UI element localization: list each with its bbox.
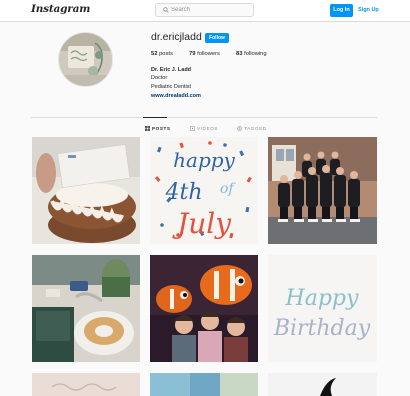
search-box[interactable]	[155, 3, 254, 17]
video-icon	[190, 125, 195, 131]
post-partial-3[interactable]	[268, 373, 377, 396]
post-staff-group-photo[interactable]	[268, 137, 377, 244]
bio-line-specialty: Pediatric Dentist	[151, 84, 192, 90]
follow-button[interactable]: Follow	[205, 33, 229, 43]
active-tab-indicator	[143, 117, 167, 118]
post-happy-birthday[interactable]: Happy Birthday	[268, 255, 377, 362]
log-in-button[interactable]: Log In	[330, 4, 353, 17]
july-text-july: July	[172, 207, 232, 240]
birthday-text-happy: Happy	[285, 286, 359, 311]
instagram-logo[interactable]: Instagram	[31, 3, 90, 15]
bio-line-occupation: Doctor	[151, 75, 168, 81]
profile-username: dr.ericjladd	[151, 31, 202, 43]
tabs-divider	[31, 117, 377, 118]
tab-videos-label: VIDEOS	[197, 125, 218, 131]
posts-stat: 52 posts	[151, 51, 173, 57]
tab-posts-label: POSTS	[152, 125, 171, 131]
post-bundt-cake[interactable]	[32, 137, 140, 244]
july-text-happy: happy	[173, 148, 235, 172]
post-finding-nemo-kids[interactable]	[150, 255, 258, 362]
sign-up-link[interactable]: Sign Up	[358, 4, 379, 17]
following-stat[interactable]: 83 following	[236, 51, 267, 57]
profile-website-link[interactable]: www.drealadd.com	[151, 93, 201, 99]
post-partial-1[interactable]	[32, 373, 140, 396]
tab-videos[interactable]: VIDEOS	[190, 123, 218, 133]
tab-tagged-label: TAGGED	[244, 125, 267, 131]
post-coffee-table[interactable]	[32, 255, 140, 362]
post-partial-2[interactable]	[150, 373, 258, 396]
tab-posts[interactable]: POSTS	[145, 123, 171, 133]
tab-tagged[interactable]: TAGGED	[237, 123, 267, 133]
search-input[interactable]	[171, 5, 251, 15]
july-text-4th: 4th	[164, 180, 202, 205]
profile-display-name: Dr. Eric J. Ladd	[151, 67, 192, 73]
birthday-text-birthday: Birthday	[273, 316, 371, 341]
top-navigation-bar: Instagram Log In Sign Up	[0, 0, 410, 22]
post-happy-4th-of-july[interactable]: happy 4th of July	[150, 137, 258, 244]
profile-avatar[interactable]	[58, 32, 113, 87]
tag-icon	[237, 125, 242, 131]
followers-stat[interactable]: 79 followers	[189, 51, 220, 57]
grid-icon	[145, 125, 150, 131]
search-icon	[163, 7, 169, 13]
